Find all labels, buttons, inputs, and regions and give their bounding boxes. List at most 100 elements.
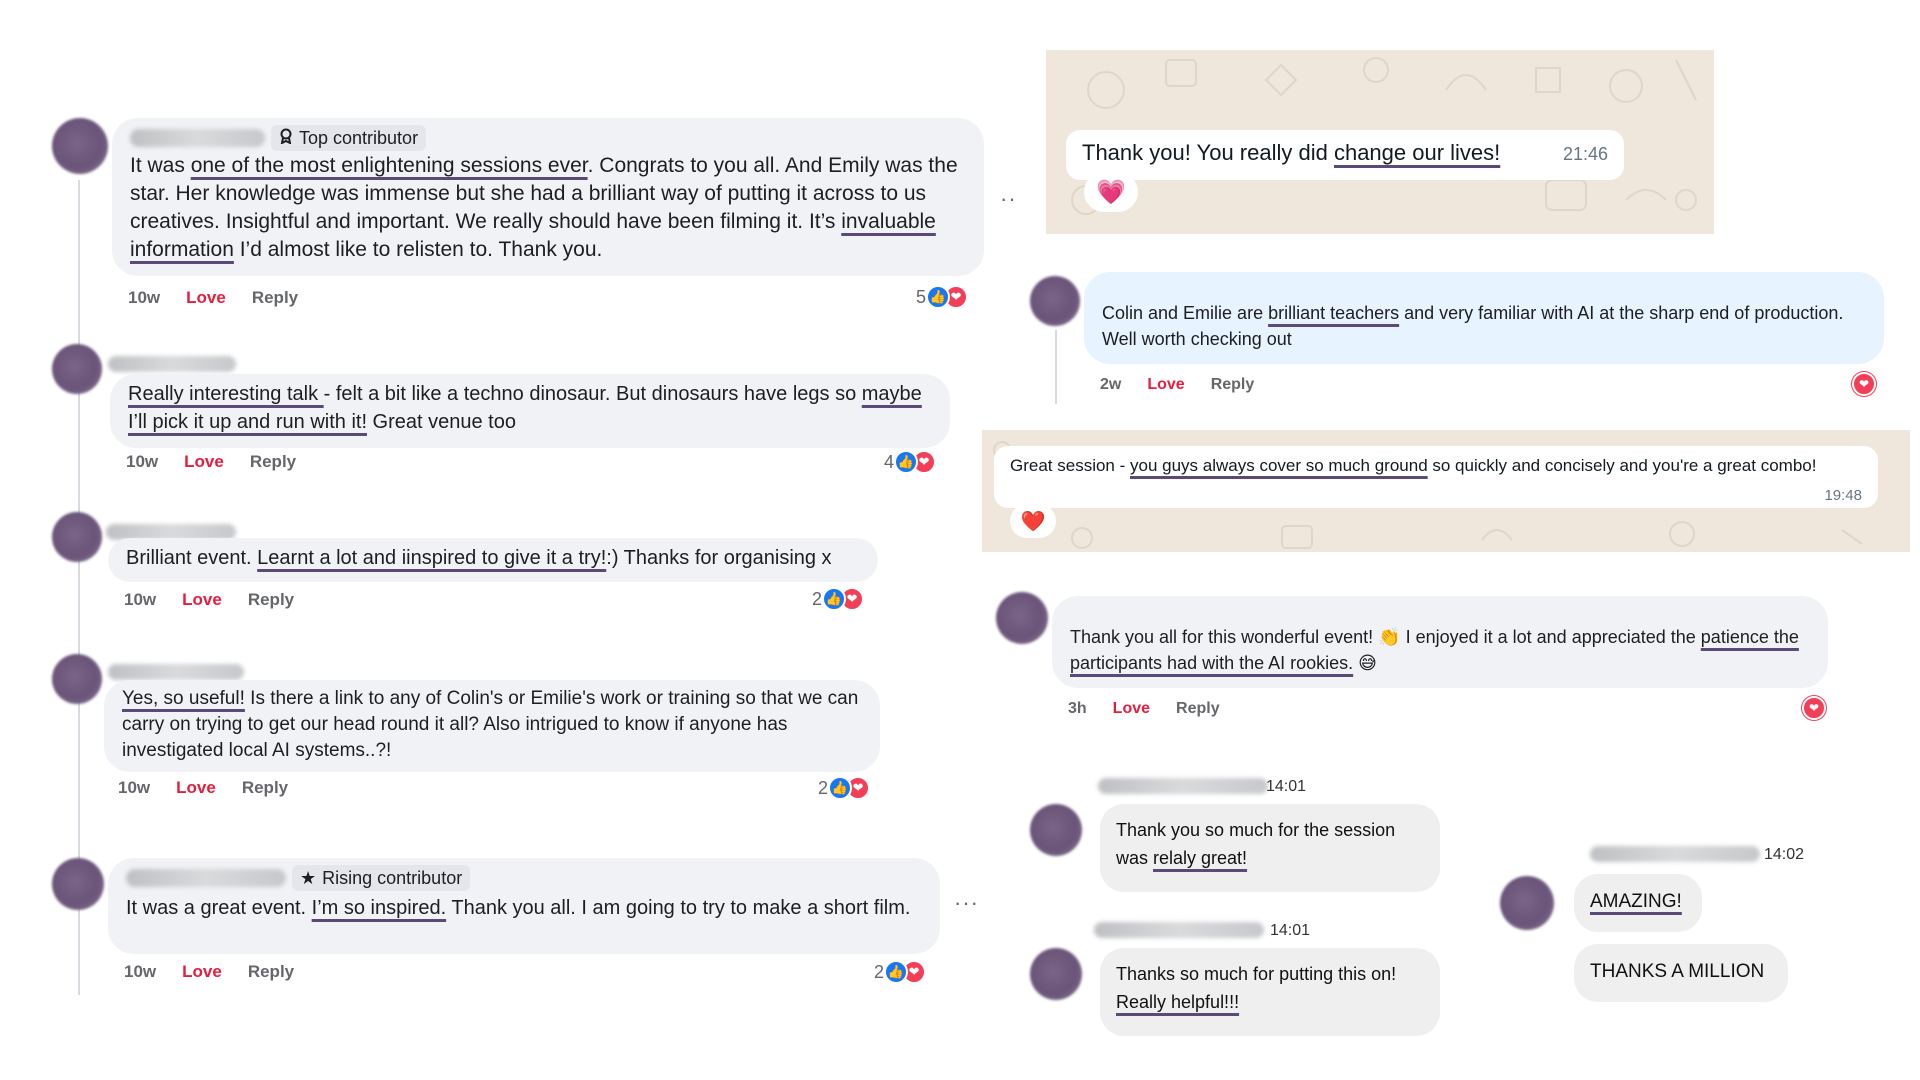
highlighted-phrase: brilliant teachers <box>1268 303 1400 323</box>
redacted-name <box>126 869 286 887</box>
comment-time: 10w <box>126 452 159 471</box>
love-button[interactable]: Love <box>182 962 222 982</box>
comment-actions: 10w Love Reply <box>128 288 298 308</box>
dm-message-bubble: Thanks so much for putting this on! Real… <box>1100 948 1440 1036</box>
love-button[interactable]: Love <box>1113 700 1150 718</box>
message-time: 14:02 <box>1764 846 1805 863</box>
comment-text: It was a great event. I’m so inspired. T… <box>126 894 922 922</box>
top-contributor-badge[interactable]: Top contributor <box>271 124 427 152</box>
sender-avatar[interactable] <box>1500 876 1554 930</box>
commenter-avatar[interactable] <box>52 344 102 394</box>
sender-avatar[interactable] <box>1030 948 1082 1000</box>
comment-actions: 10w Love Reply <box>124 590 294 610</box>
redacted-name <box>1094 922 1264 938</box>
message-text-part: Thanks so much for putting this on! <box>1116 964 1397 984</box>
comment-time: 10w <box>118 778 151 797</box>
reply-button[interactable]: Reply <box>1211 376 1255 394</box>
reply-button[interactable]: Reply <box>250 452 296 472</box>
comment-text-part: I’d almost like to relisten to. Thank yo… <box>233 238 603 261</box>
highlighted-phrase: AMAZING! <box>1590 891 1682 912</box>
comment-header: ★ Rising contributor <box>126 865 922 891</box>
redacted-name <box>1590 846 1760 862</box>
redacted-name <box>108 356 236 372</box>
comment-text-part: It was <box>130 154 191 177</box>
rising-contributor-badge[interactable]: ★ Rising contributor <box>292 865 471 891</box>
commenter-avatar[interactable] <box>52 654 102 704</box>
comment-time: 10w <box>128 288 161 307</box>
comment-text: It was one of the most enlightening sess… <box>130 152 966 264</box>
comment-text-part: It was a great event. <box>126 897 312 919</box>
comment-actions: 2w Love Reply <box>1100 376 1254 394</box>
love-button[interactable]: Love <box>186 288 226 308</box>
thumbs-up-icon: 👍 <box>884 960 909 984</box>
reaction-summary[interactable]: 2 👍 ❤ <box>812 587 865 611</box>
reply-button[interactable]: Reply <box>248 590 294 610</box>
message-text: THANKS A MILLION <box>1590 961 1765 982</box>
love-button[interactable]: Love <box>1147 376 1184 394</box>
love-button[interactable]: Love <box>176 778 216 798</box>
comment-bubble: Brilliant event. Learnt a lot and iinspi… <box>108 538 878 582</box>
commenter-avatar[interactable] <box>52 512 102 562</box>
redacted-name <box>108 664 244 680</box>
message-time: 14:01 <box>1266 778 1307 795</box>
comment-text-part: 😅 <box>1353 653 1377 673</box>
badge-label: Top contributor <box>299 128 419 148</box>
badge-label: Rising contributor <box>322 868 463 888</box>
reaction-summary[interactable]: 4 👍 ❤ <box>884 450 937 474</box>
thread-line <box>1055 330 1057 404</box>
commenter-avatar[interactable] <box>52 118 108 174</box>
comment-header: Top contributor <box>130 124 966 152</box>
comment-bubble: ★ Rising contributor It was a great even… <box>108 858 940 954</box>
heart-icon[interactable]: ❤ <box>1802 696 1826 720</box>
love-button[interactable]: Love <box>184 452 224 472</box>
reaction-summary[interactable]: 5 👍 ❤ <box>916 285 969 309</box>
comment-bubble: Top contributor It was one of the most e… <box>112 118 984 276</box>
commenter-avatar[interactable] <box>52 858 104 910</box>
reaction-count: 5 <box>916 286 927 307</box>
comment-time: 10w <box>124 590 157 609</box>
highlighted-phrase: I’m so inspired. <box>311 897 447 919</box>
message-time: 21:46 <box>1562 144 1608 164</box>
comment-text-part: Colin and Emilie are <box>1102 303 1269 323</box>
commenter-avatar[interactable] <box>1030 276 1080 326</box>
reaction-summary[interactable]: 2 👍 ❤ <box>874 960 927 984</box>
reply-button[interactable]: Reply <box>248 962 294 982</box>
comment-bubble: Yes, so useful! Is there a link to any o… <box>104 680 880 772</box>
thumbs-up-icon: 👍 <box>926 285 951 309</box>
reply-button[interactable]: Reply <box>252 288 298 308</box>
comment-bubble: Thank you all for this wonderful event! … <box>1052 596 1828 688</box>
love-button[interactable]: Love <box>182 590 222 610</box>
highlighted-phrase: one of the most enlightening sessions ev… <box>190 154 588 177</box>
thumbs-up-icon: 👍 <box>894 450 919 474</box>
highlighted-phrase: Learnt a lot and iinspired to give it a … <box>257 547 607 569</box>
message-text-part: Thank you! You really did <box>1082 140 1334 165</box>
award-icon <box>279 124 293 152</box>
comment-bubble: Really interesting talk - felt a bit lik… <box>110 374 950 448</box>
more-dots-icon[interactable]: ··· <box>954 890 979 916</box>
star-icon: ★ <box>300 868 317 888</box>
message-reaction[interactable]: 💗 <box>1084 172 1138 212</box>
sender-avatar[interactable] <box>1030 804 1082 856</box>
comment-actions: 10w Love Reply <box>126 452 296 472</box>
highlighted-phrase: Really helpful!!! <box>1116 992 1240 1012</box>
heart-icon[interactable]: ❤ <box>1852 372 1876 396</box>
commenter-avatar[interactable] <box>996 592 1048 644</box>
more-dots-icon[interactable]: ·· <box>1000 186 1017 212</box>
reaction-summary[interactable]: 2 👍 ❤ <box>818 776 871 800</box>
comment-actions: 10w Love Reply <box>124 962 294 982</box>
comment-time: 3h <box>1068 700 1087 717</box>
reply-button[interactable]: Reply <box>1176 700 1220 718</box>
comment-text-part: Thank you all. I am going to try to make… <box>446 897 911 919</box>
comment-text-part: Great venue too <box>367 411 516 433</box>
highlighted-phrase: you guys always cover so much ground <box>1130 456 1428 475</box>
comment-bubble: Colin and Emilie are brilliant teachers … <box>1084 272 1884 364</box>
reaction-count: 2 <box>818 777 829 798</box>
reaction-count: 4 <box>884 451 895 472</box>
thumbs-up-icon: 👍 <box>822 587 847 611</box>
reply-button[interactable]: Reply <box>242 778 288 798</box>
reaction-count: 2 <box>874 961 885 982</box>
comment-text-part: Brilliant event. <box>126 547 258 569</box>
message-reaction[interactable]: ❤️ <box>1010 504 1056 538</box>
comment-actions: 10w Love Reply <box>118 778 288 798</box>
comment-text-part: Thank you all for this wonderful event! … <box>1070 627 1701 647</box>
